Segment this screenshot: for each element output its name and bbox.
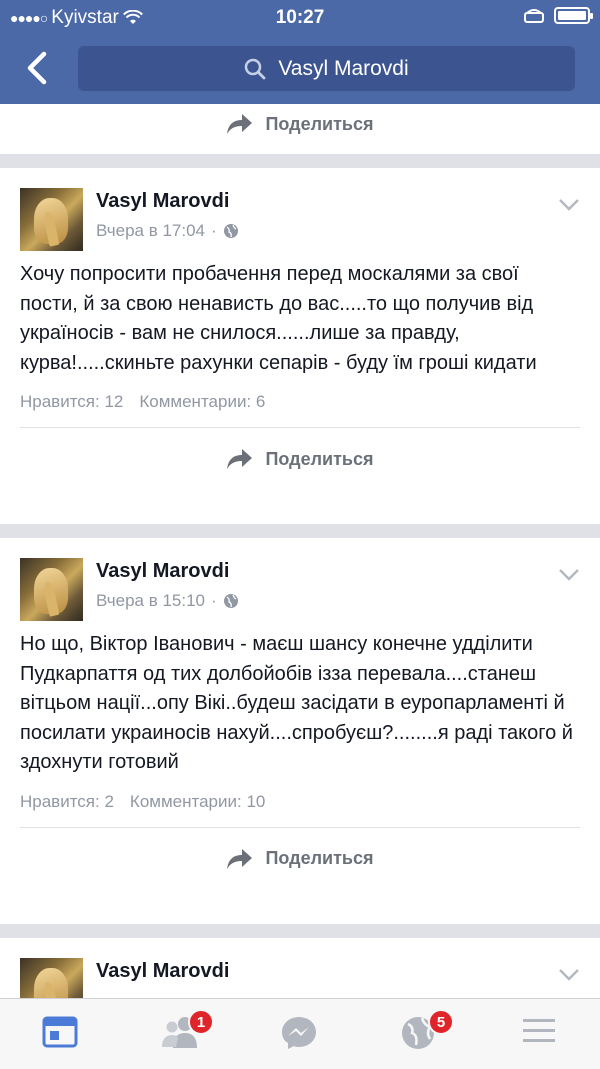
friend-requests-badge: 1	[188, 1009, 214, 1035]
status-bar: ●●●●○ Kyivstar 10:27	[0, 0, 600, 34]
post-card: Vasyl Marovdi	[0, 938, 600, 998]
post-card: Vasyl Marovdi Вчера в 17:04 · Хочу попро…	[0, 168, 600, 524]
tab-messenger[interactable]	[280, 1015, 320, 1055]
likes-count[interactable]: Нравится: 2	[20, 792, 114, 812]
post-header: Vasyl Marovdi Вчера в 17:04 ·	[0, 168, 600, 260]
search-icon	[245, 58, 266, 79]
search-query: Vasyl Marovdi	[278, 56, 409, 80]
share-button[interactable]: Поделиться	[0, 428, 600, 490]
post-author[interactable]: Vasyl Marovdi	[96, 960, 229, 983]
battery-icon	[554, 7, 593, 24]
share-arrow-icon	[227, 848, 253, 869]
news-feed-icon	[42, 1016, 78, 1048]
avatar[interactable]	[20, 558, 83, 621]
share-button[interactable]: Поделиться	[0, 828, 600, 890]
chevron-down-icon[interactable]	[558, 968, 580, 982]
post-card: Vasyl Marovdi Вчера в 15:10 · Но що, Вік…	[0, 538, 600, 924]
post-author[interactable]: Vasyl Marovdi	[96, 560, 229, 583]
share-label: Поделиться	[265, 448, 374, 469]
post-header: Vasyl Marovdi Вчера в 15:10 ·	[0, 538, 600, 630]
share-button[interactable]: Поделиться	[0, 104, 600, 144]
search-bar[interactable]: Vasyl Marovdi	[78, 46, 575, 91]
meta-separator: ·	[211, 221, 217, 240]
top-header: ●●●●○ Kyivstar 10:27 Vasyl Marovdi	[0, 0, 600, 104]
comments-count[interactable]: Комментарии: 6	[139, 392, 265, 412]
post-meta: Вчера в 15:10 ·	[96, 591, 239, 611]
post-text: Но що, Віктор Іванович - маєш шансу коне…	[20, 633, 573, 773]
tab-news-feed[interactable]	[42, 1015, 82, 1055]
post-meta: Вчера в 17:04 ·	[96, 221, 239, 241]
post-counts: Нравится: 12 Комментарии: 6	[0, 392, 600, 412]
share-label: Поделиться	[265, 113, 374, 134]
post-author[interactable]: Vasyl Marovdi	[96, 190, 229, 213]
globe-icon	[223, 224, 238, 238]
notifications-badge: 5	[428, 1009, 454, 1035]
share-label: Поделиться	[265, 848, 374, 868]
post-counts: Нравится: 2 Комментарии: 10	[0, 792, 600, 812]
post-time[interactable]: Вчера в 15:10	[96, 591, 205, 611]
phone-icon	[524, 8, 544, 23]
post-text: Хочу попросити пробачення перед москалям…	[20, 263, 537, 374]
back-chevron-icon[interactable]	[20, 48, 54, 88]
previous-post-footer: Поделиться	[0, 104, 600, 154]
clock: 10:27	[275, 7, 325, 28]
avatar[interactable]	[20, 958, 83, 998]
status-right	[524, 7, 593, 24]
likes-count[interactable]: Нравится: 12	[20, 392, 123, 412]
post-time[interactable]: Вчера в 17:04	[96, 221, 205, 241]
globe-icon	[223, 594, 238, 608]
chevron-down-icon[interactable]	[558, 198, 580, 212]
comments-count[interactable]: Комментарии: 10	[130, 792, 265, 812]
messenger-icon	[282, 1017, 316, 1049]
share-arrow-icon	[227, 449, 253, 469]
meta-separator: ·	[211, 591, 217, 610]
tab-more[interactable]	[521, 1015, 561, 1055]
bottom-tab-bar: 1 5	[0, 998, 600, 1069]
tab-friend-requests[interactable]: 1	[160, 1009, 214, 1055]
menu-icon	[523, 1019, 555, 1042]
post-header: Vasyl Marovdi	[0, 938, 600, 998]
share-arrow-icon	[227, 114, 253, 134]
chevron-down-icon[interactable]	[558, 568, 580, 582]
avatar[interactable]	[20, 188, 83, 251]
tab-notifications[interactable]: 5	[400, 1009, 454, 1055]
